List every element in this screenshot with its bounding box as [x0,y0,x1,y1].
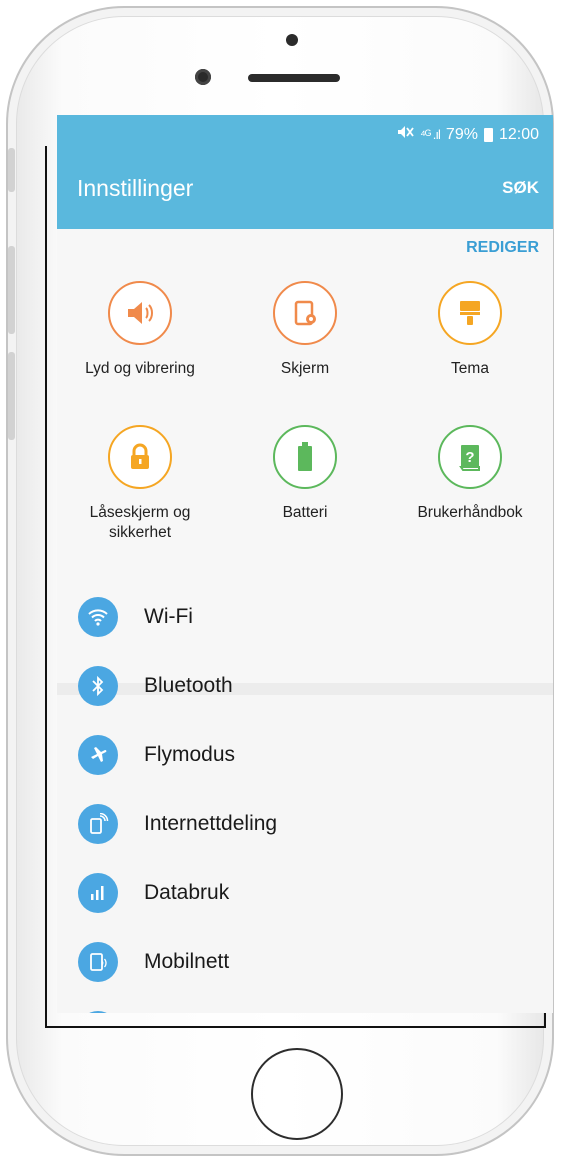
tile-label: Låseskjerm og sikkerhet [89,504,191,541]
tile-label: Tema [451,360,489,377]
battery-icon [483,127,493,142]
list-item-label: Mobilnett [144,949,230,973]
tile-label: Lyd og vibrering [85,360,195,377]
tile-display[interactable]: Skjerm [225,281,385,379]
list-item-partial[interactable] [57,996,553,1013]
list-item-label: Databruk [144,880,230,904]
signal-icon: ⁴ᴳ .ıl [420,127,441,142]
volume-down-button [8,352,15,440]
home-button[interactable] [251,1048,343,1140]
svg-text:?: ? [465,449,474,466]
mobile-network-icon [78,941,118,982]
app-bar: ⁴ᴳ .ıl 79% 12:00 Innstillinger SØK [57,115,553,229]
earpiece-speaker [248,74,340,82]
manual-icon: ? [438,425,502,489]
hotspot-icon [78,803,118,844]
list-item-bluetooth[interactable]: Bluetooth [57,651,553,720]
edit-button[interactable]: REDIGER [466,239,539,257]
tile-label: Skjerm [280,360,330,377]
battery-percent: 79% [445,125,478,143]
settings-icon [78,1010,118,1013]
paint-brush-icon [438,281,502,345]
tile-theme[interactable]: Tema [390,281,550,379]
front-camera [195,69,211,85]
mute-switch [8,148,15,192]
tile-lockscreen[interactable]: Låseskjerm og sikkerhet [60,425,220,543]
proximity-sensor [286,34,298,46]
settings-list: Wi-Fi Bluetooth Flymodus Internettdeling… [57,582,553,1013]
volume-icon [108,281,172,345]
status-bar: ⁴ᴳ .ıl 79% 12:00 [396,124,539,145]
list-item-label: Bluetooth [144,673,233,697]
display-icon [273,281,337,345]
data-usage-icon [78,872,118,913]
tile-battery[interactable]: Batteri [225,425,385,523]
list-item-data-usage[interactable]: Databruk [57,858,553,927]
search-button[interactable]: SØK [502,178,539,198]
settings-screen: ⁴ᴳ .ıl 79% 12:00 Innstillinger SØK REDIG… [57,115,553,1013]
tile-label: Batteri [282,504,328,521]
list-item-airplane[interactable]: Flymodus [57,720,553,789]
airplane-icon [78,734,118,775]
lock-icon [108,425,172,489]
battery-icon [273,425,337,489]
wifi-icon [78,596,118,637]
list-item-label: Internettdeling [144,811,278,835]
list-item-label: Wi-Fi [144,604,193,628]
page-title: Innstillinger [77,175,194,201]
list-item-hotspot[interactable]: Internettdeling [57,789,553,858]
mute-icon [396,124,414,145]
bluetooth-icon [78,665,118,706]
list-item-label: Flymodus [144,742,236,766]
volume-up-button [8,246,15,334]
list-item-mobile-network[interactable]: Mobilnett [57,927,553,996]
tile-sound[interactable]: Lyd og vibrering [60,281,220,379]
clock: 12:00 [498,125,539,143]
tile-label: Brukerhåndbok [417,504,523,521]
tile-manual[interactable]: ? Brukerhåndbok [390,425,550,523]
list-item-wifi[interactable]: Wi-Fi [57,582,553,651]
